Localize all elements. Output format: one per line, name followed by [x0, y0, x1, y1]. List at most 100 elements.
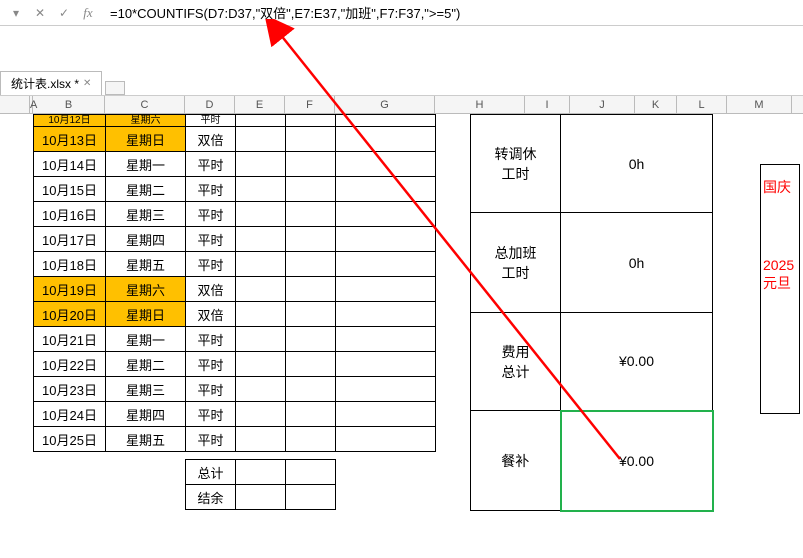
table-row[interactable]: 10月21日 星期一 平时 — [34, 327, 436, 352]
table-row[interactable]: 10月20日 星期日 双倍 — [34, 302, 436, 327]
cell-type[interactable]: 平时 — [186, 352, 236, 377]
table-row[interactable]: 10月13日 星期日 双倍 — [34, 127, 436, 152]
cell[interactable] — [236, 402, 286, 427]
col-header-G[interactable]: G — [335, 96, 435, 113]
cell[interactable] — [286, 352, 336, 377]
cell[interactable] — [286, 115, 336, 127]
cell-date[interactable]: 10月21日 — [34, 327, 106, 352]
cell-type[interactable]: 平时 — [186, 115, 236, 127]
close-icon[interactable]: ✕ — [83, 78, 91, 89]
summary-label-cost-total[interactable]: 费用 总计 — [471, 313, 561, 411]
cell[interactable] — [236, 485, 286, 510]
cell[interactable] — [286, 177, 336, 202]
col-header-H[interactable]: H — [435, 96, 525, 113]
cell[interactable] — [286, 277, 336, 302]
cell-type[interactable]: 双倍 — [186, 277, 236, 302]
cell-total-label[interactable]: 总计 — [186, 460, 236, 485]
cell[interactable] — [286, 227, 336, 252]
cell[interactable] — [286, 460, 336, 485]
cell-type[interactable]: 平时 — [186, 202, 236, 227]
cell-weekday[interactable]: 星期一 — [106, 327, 186, 352]
col-header-D[interactable]: D — [185, 96, 235, 113]
cell[interactable] — [336, 352, 436, 377]
cell-date[interactable]: 10月13日 — [34, 127, 106, 152]
cell[interactable] — [336, 127, 436, 152]
cell-weekday[interactable]: 星期一 — [106, 152, 186, 177]
col-header-J[interactable]: J — [570, 96, 635, 113]
table-row[interactable]: 10月23日 星期三 平时 — [34, 377, 436, 402]
cell[interactable] — [336, 402, 436, 427]
table-row[interactable]: 10月15日 星期二 平时 — [34, 177, 436, 202]
cell-weekday[interactable]: 星期三 — [106, 202, 186, 227]
cell[interactable] — [336, 152, 436, 177]
cell[interactable] — [236, 202, 286, 227]
cell[interactable] — [336, 302, 436, 327]
cell-date[interactable]: 10月22日 — [34, 352, 106, 377]
cell-type[interactable]: 平时 — [186, 427, 236, 452]
cell[interactable] — [286, 202, 336, 227]
cell-weekday[interactable]: 星期六 — [106, 115, 186, 127]
cell-weekday[interactable]: 星期二 — [106, 352, 186, 377]
cell[interactable] — [286, 127, 336, 152]
col-header-I[interactable]: I — [525, 96, 570, 113]
table-row[interactable]: 10月19日 星期六 双倍 — [34, 277, 436, 302]
cell[interactable] — [236, 427, 286, 452]
col-header-F[interactable]: F — [285, 96, 335, 113]
cell-date[interactable]: 10月14日 — [34, 152, 106, 177]
table-row[interactable]: 10月25日 星期五 平时 — [34, 427, 436, 452]
cell-date[interactable]: 10月20日 — [34, 302, 106, 327]
cell-type[interactable]: 平时 — [186, 177, 236, 202]
select-all-corner[interactable] — [0, 96, 30, 113]
cell-weekday[interactable]: 星期二 — [106, 177, 186, 202]
summary-value-transfer-hours[interactable]: 0h — [561, 115, 713, 213]
cell[interactable] — [236, 277, 286, 302]
summary-label-overtime-hours[interactable]: 总加班 工时 — [471, 213, 561, 313]
table-row[interactable]: 10月24日 星期四 平时 — [34, 402, 436, 427]
cell[interactable] — [286, 327, 336, 352]
cell[interactable] — [336, 202, 436, 227]
cell[interactable] — [286, 377, 336, 402]
cell[interactable] — [236, 302, 286, 327]
cell-weekday[interactable]: 星期日 — [106, 302, 186, 327]
cell[interactable] — [336, 427, 436, 452]
cell-weekday[interactable]: 星期四 — [106, 227, 186, 252]
cell-weekday[interactable]: 星期三 — [106, 377, 186, 402]
summary-label-transfer-hours[interactable]: 转调休 工时 — [471, 115, 561, 213]
cell[interactable] — [336, 377, 436, 402]
cell[interactable] — [236, 252, 286, 277]
tab-extra-box[interactable] — [105, 81, 125, 95]
cell-date[interactable]: 10月19日 — [34, 277, 106, 302]
cell-date[interactable]: 10月23日 — [34, 377, 106, 402]
cell-type[interactable]: 平时 — [186, 402, 236, 427]
col-header-B[interactable]: B — [33, 96, 105, 113]
workbook-tab[interactable]: 统计表.xlsx * ✕ — [0, 71, 102, 95]
table-row[interactable]: 10月12日 星期六 平时 — [34, 115, 436, 127]
col-header-L[interactable]: L — [677, 96, 727, 113]
cell[interactable] — [336, 327, 436, 352]
table-row[interactable]: 10月16日 星期三 平时 — [34, 202, 436, 227]
cell[interactable] — [336, 227, 436, 252]
fx-icon[interactable]: fx — [80, 5, 96, 21]
cell[interactable] — [236, 177, 286, 202]
cell[interactable] — [336, 252, 436, 277]
summary-label-meal[interactable]: 餐补 — [471, 411, 561, 511]
table-row[interactable]: 10月22日 星期二 平时 — [34, 352, 436, 377]
table-row[interactable]: 10月17日 星期四 平时 — [34, 227, 436, 252]
col-header-M[interactable]: M — [727, 96, 792, 113]
cell-type[interactable]: 平时 — [186, 227, 236, 252]
cell[interactable] — [336, 177, 436, 202]
table-row[interactable]: 结余 — [186, 485, 336, 510]
cancel-icon[interactable]: ✕ — [32, 5, 48, 21]
table-row[interactable]: 总计 — [186, 460, 336, 485]
cell-weekday[interactable]: 星期四 — [106, 402, 186, 427]
confirm-icon[interactable]: ✓ — [56, 5, 72, 21]
cell-date[interactable]: 10月25日 — [34, 427, 106, 452]
cell-type[interactable]: 平时 — [186, 252, 236, 277]
cell[interactable] — [336, 277, 436, 302]
cell[interactable] — [286, 252, 336, 277]
cell[interactable] — [336, 115, 436, 127]
summary-value-meal[interactable]: ¥0.00 — [561, 411, 713, 511]
cell-balance-label[interactable]: 结余 — [186, 485, 236, 510]
cell-type[interactable]: 双倍 — [186, 302, 236, 327]
col-header-E[interactable]: E — [235, 96, 285, 113]
